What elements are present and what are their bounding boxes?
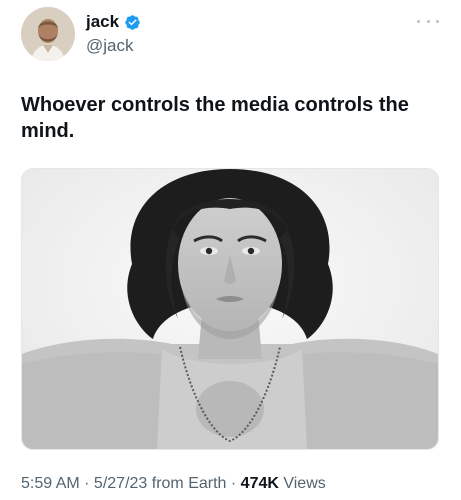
author-name-row: jack	[86, 12, 141, 32]
tweet[interactable]: jack @jack Whoever controls the media co…	[0, 0, 461, 500]
tweet-metadata: 5:59 AM · 5/27/23 from Earth · 474K View…	[21, 474, 326, 494]
author-display-name[interactable]: jack	[86, 12, 119, 32]
person-avatar-icon	[21, 7, 75, 61]
verified-badge-icon	[124, 14, 141, 31]
views-label: Views	[278, 475, 326, 492]
author-avatar[interactable]	[21, 7, 75, 61]
tweet-media-photo[interactable]	[21, 168, 439, 450]
tweet-time[interactable]: 5:59 AM	[21, 475, 80, 492]
views-count[interactable]: 474K	[241, 475, 279, 492]
meta-separator: ·	[226, 475, 241, 492]
tweet-source: from Earth	[147, 475, 227, 492]
tweet-date[interactable]: 5/27/23	[94, 475, 147, 492]
portrait-photo-image	[22, 169, 438, 449]
more-options-icon[interactable]	[417, 12, 439, 30]
tweet-text: Whoever controls the media controls the …	[21, 94, 409, 142]
meta-separator: ·	[79, 475, 94, 492]
author-handle[interactable]: @jack	[86, 36, 134, 56]
